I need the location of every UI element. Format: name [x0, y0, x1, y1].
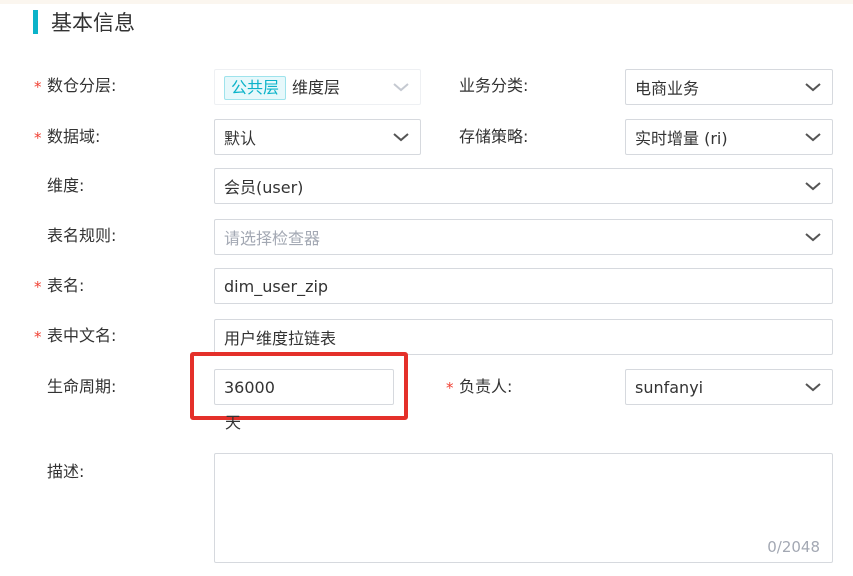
section-header: 基本信息: [33, 7, 135, 37]
section-title: 基本信息: [51, 11, 135, 35]
table-cn-name-value: 用户维度拉链表: [224, 329, 337, 348]
storage-strategy-label: 存储策略:: [459, 127, 529, 146]
owner-select[interactable]: sunfanyi: [625, 369, 833, 405]
chevron-down-icon[interactable]: [804, 231, 822, 243]
chevron-down-icon[interactable]: [392, 131, 410, 143]
lifecycle-unit: 天: [225, 413, 242, 432]
required-mark: *: [34, 328, 42, 346]
warehouse-layer-value: 维度层: [292, 78, 341, 97]
required-mark: *: [446, 379, 454, 397]
chevron-down-icon[interactable]: [804, 81, 822, 93]
description-textarea[interactable]: 0/2048: [214, 453, 833, 563]
business-category-value: 电商业务: [635, 79, 700, 98]
section-accent-bar: [33, 10, 38, 34]
required-mark: *: [34, 278, 42, 296]
table-cn-name-label: * 表中文名:: [34, 324, 116, 348]
table-name-value: dim_user_zip: [224, 276, 329, 296]
lifecycle-highlight-box: [190, 352, 408, 420]
dimension-label: 维度:: [47, 176, 85, 195]
owner-label: * 负责人:: [446, 375, 512, 399]
chevron-down-icon[interactable]: [804, 131, 822, 143]
description-char-counter: 0/2048: [767, 538, 820, 556]
warehouse-layer-select[interactable]: 公共层 维度层: [214, 69, 421, 105]
description-label: 描述:: [47, 462, 85, 481]
data-domain-value: 默认: [224, 129, 257, 148]
warehouse-layer-label: * 数仓分层:: [34, 74, 116, 98]
business-category-select[interactable]: 电商业务: [625, 69, 833, 105]
table-name-label: * 表名:: [34, 274, 84, 298]
table-name-rule-label: 表名规则:: [47, 226, 117, 245]
table-name-input[interactable]: dim_user_zip: [214, 268, 833, 304]
dimension-select[interactable]: 会员(user): [214, 168, 833, 204]
chevron-down-icon[interactable]: [804, 381, 822, 393]
warehouse-layer-tag[interactable]: 公共层: [224, 76, 287, 100]
business-category-label: 业务分类:: [459, 76, 529, 95]
lifecycle-label: 生命周期:: [47, 377, 117, 396]
top-strip: [0, 0, 853, 4]
data-domain-select[interactable]: 默认: [214, 119, 421, 155]
chevron-down-icon[interactable]: [804, 180, 822, 192]
owner-value: sunfanyi: [635, 377, 704, 397]
chevron-down-icon[interactable]: [392, 81, 410, 93]
table-cn-name-input[interactable]: 用户维度拉链表: [214, 319, 833, 355]
required-mark: *: [34, 129, 42, 147]
dimension-value: 会员(user): [224, 178, 304, 197]
data-domain-label: * 数据域:: [34, 125, 100, 149]
table-name-rule-select[interactable]: 请选择检查器: [214, 219, 833, 255]
storage-strategy-value: 实时增量 (ri): [635, 129, 728, 148]
required-mark: *: [34, 78, 42, 96]
storage-strategy-select[interactable]: 实时增量 (ri): [625, 119, 833, 155]
table-name-rule-placeholder: 请选择检查器: [224, 229, 321, 248]
